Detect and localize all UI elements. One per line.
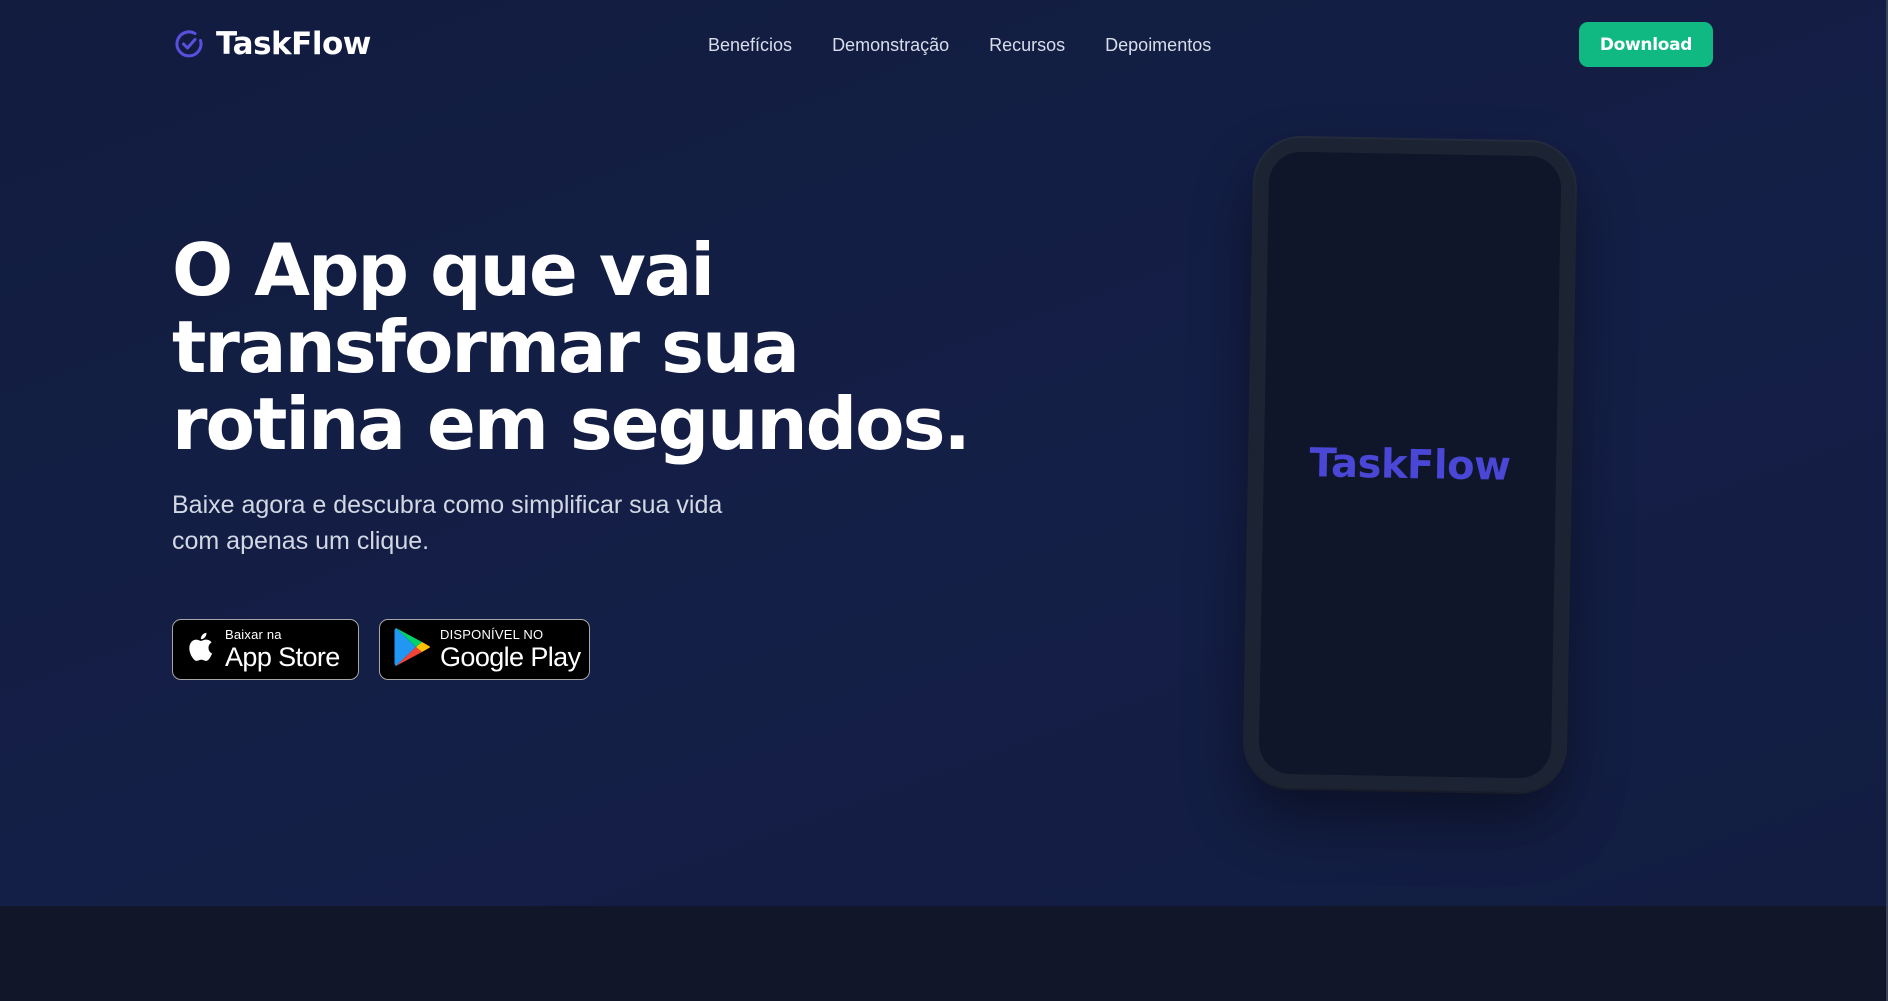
nav-link-recursos[interactable]: Recursos	[989, 33, 1065, 57]
hero-section: TaskFlow Benefícios Demonstração Recurso…	[0, 0, 1888, 906]
phone-mockup: TaskFlow	[1244, 137, 1576, 793]
headline-line: O App que vai	[172, 228, 715, 312]
google-play-icon	[394, 626, 432, 673]
brand-name: TaskFlow	[216, 26, 371, 62]
hero-headline: O App que vai transformar sua rotina em …	[172, 232, 1032, 463]
google-play-small-label: DISPONÍVEL NO	[440, 626, 544, 642]
check-circle-icon	[174, 29, 204, 59]
app-store-badge[interactable]: Baixar na App Store	[172, 619, 359, 680]
google-play-badge[interactable]: DISPONÍVEL NO Google Play	[379, 619, 590, 680]
download-button[interactable]: Download	[1579, 22, 1713, 67]
main-nav: Benefícios Demonstração Recursos Depoime…	[708, 33, 1211, 57]
app-store-big-label: App Store	[225, 641, 340, 672]
nav-link-beneficios[interactable]: Benefícios	[708, 33, 792, 57]
headline-line: rotina em segundos.	[172, 382, 971, 466]
headline-line: transformar sua	[172, 305, 800, 389]
apple-icon	[187, 630, 217, 669]
google-play-big-label: Google Play	[440, 641, 581, 672]
next-section	[0, 906, 1888, 1001]
subtitle-line: Baixe agora e descubra como simplificar …	[172, 491, 723, 519]
nav-link-depoimentos[interactable]: Depoimentos	[1105, 33, 1211, 57]
landing-page: TaskFlow Benefícios Demonstração Recurso…	[0, 0, 1888, 1001]
brand-logo[interactable]: TaskFlow	[174, 26, 371, 62]
app-store-small-label: Baixar na	[225, 626, 282, 642]
nav-link-demonstracao[interactable]: Demonstração	[832, 33, 949, 57]
hero-subtitle: Baixe agora e descubra como simplificar …	[172, 487, 812, 559]
phone-screen-brand: TaskFlow	[1309, 440, 1511, 490]
phone-screen: TaskFlow	[1258, 151, 1562, 779]
subtitle-line: com apenas um clique.	[172, 527, 430, 555]
